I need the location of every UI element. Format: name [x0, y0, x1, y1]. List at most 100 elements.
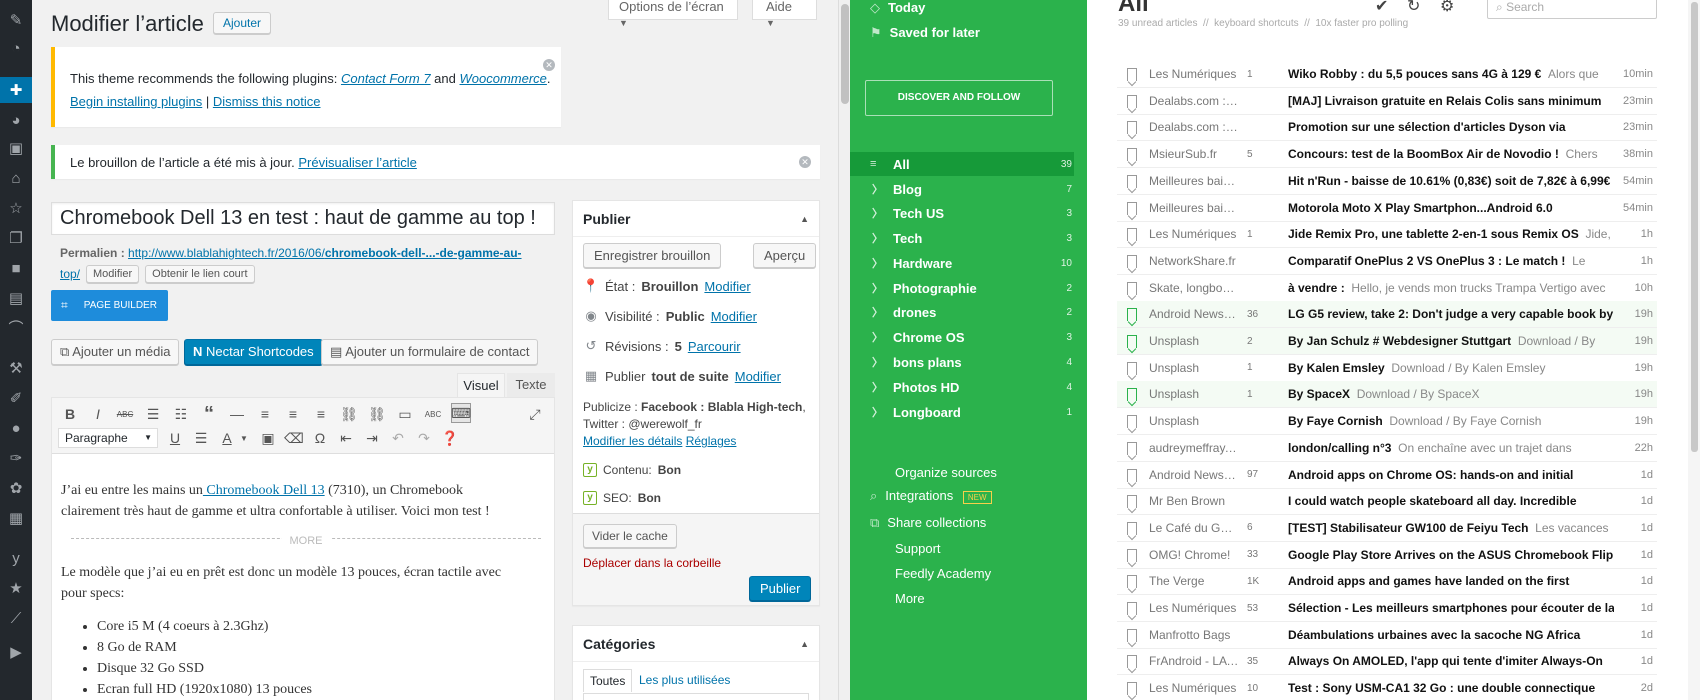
numbered-list-icon[interactable]: ☷ — [171, 404, 191, 424]
today-link[interactable]: ◇ Today — [870, 0, 925, 16]
shortlink-button[interactable]: Obtenir le lien court — [145, 265, 255, 283]
horizontal-line-icon[interactable]: — — [227, 404, 247, 424]
save-draft-button[interactable]: Enregistrer brouillon — [583, 243, 722, 268]
redo-icon[interactable]: ↷ — [414, 428, 434, 448]
article-row[interactable]: Unsplash By Faye Cornish Download / By Fa… — [1117, 408, 1657, 436]
outdent-icon[interactable]: ⇤ — [336, 428, 356, 448]
article-row[interactable]: Meilleures baiss... Motorola Moto X Play … — [1117, 195, 1657, 222]
help-button[interactable]: Aide ▼ — [752, 0, 817, 28]
move-to-trash-link[interactable]: Déplacer dans la corbeille — [583, 556, 721, 570]
caret-down-icon[interactable]: ▼ — [234, 428, 254, 448]
caret-up-icon[interactable]: ▲ — [800, 214, 809, 224]
plugins-icon[interactable]: ⚒ — [6, 358, 26, 378]
mark-as-read-icon[interactable]: ✔ — [1375, 0, 1388, 16]
undo-icon[interactable]: ↶ — [388, 428, 408, 448]
article-row[interactable]: Les Numériques 1 Wiko Robby : du 5,5 pouce… — [1117, 61, 1657, 88]
gear-icon[interactable]: ⚙ — [1440, 0, 1454, 16]
feedly-academy-link[interactable]: Feedly Academy — [895, 566, 991, 581]
chromebook-link[interactable]: Chromebook Dell 13 — [203, 483, 324, 498]
article-row[interactable]: Manfrotto Bags Déambulations urbaines ave… — [1117, 622, 1657, 649]
more-link[interactable]: More — [895, 591, 925, 606]
dismiss-notice-link[interactable]: Dismiss this notice — [213, 94, 321, 109]
category-photos-hd[interactable]: 〉 Photos HD 4 — [850, 375, 1074, 399]
clear-format-icon[interactable]: ⌫ — [284, 428, 304, 448]
bookmark-icon[interactable] — [1127, 415, 1137, 429]
media-icon[interactable]: ▣ — [6, 138, 26, 158]
unlink-icon[interactable]: ⛓ — [367, 404, 387, 424]
permalink-url-end[interactable]: top/ — [60, 267, 80, 281]
category-longboard[interactable]: 〉 Longboard 1 — [850, 400, 1074, 424]
category-tech[interactable]: 〉 Tech 3 — [850, 226, 1074, 250]
bookmark-icon[interactable] — [1127, 548, 1137, 562]
article-row[interactable]: Unsplash 2 By Jan Schulz # Webdesigner Stu… — [1117, 328, 1657, 355]
share-collections-link[interactable]: ⧉ Share collections — [870, 515, 986, 531]
preview-post-link[interactable]: Prévisualiser l’article — [298, 155, 416, 170]
article-row[interactable]: NetworkShare.fr Comparatif OnePlus 2 VS O… — [1117, 248, 1657, 275]
bookmark-icon[interactable] — [1127, 495, 1137, 509]
article-row[interactable]: Unsplash 1 By SpaceX Download / By SpaceX 1… — [1117, 381, 1657, 409]
comments-icon[interactable]: ■ — [6, 258, 26, 278]
read-more-icon[interactable]: ▭ — [395, 404, 415, 424]
appearance-icon[interactable]: ✐ — [6, 388, 26, 408]
article-row[interactable]: Meilleures baiss... Hit n'Run - baisse de… — [1117, 168, 1657, 195]
browse-revisions-link[interactable]: Parcourir — [688, 339, 741, 354]
users-icon[interactable]: ● — [6, 418, 26, 438]
dashboard-icon[interactable]: ◔ — [6, 38, 26, 58]
quote-icon[interactable]: “ — [199, 403, 219, 425]
format-select[interactable]: Paragraphe ▼ — [58, 428, 158, 448]
category-chrome-os[interactable]: 〉 Chrome OS 3 — [850, 325, 1074, 349]
categories-list[interactable] — [583, 693, 809, 700]
article-row[interactable]: Mr Ben Brown I could watch people skatebo… — [1117, 488, 1657, 516]
wp-scrollbar[interactable] — [838, 0, 850, 700]
bookmark-icon[interactable] — [1127, 441, 1137, 455]
bookmark-icon[interactable] — [1127, 628, 1137, 642]
bookmark-icon[interactable] — [1127, 281, 1137, 295]
scrollbar-thumb[interactable] — [1691, 2, 1698, 452]
bookmark-icon[interactable] — [1127, 361, 1137, 375]
align-left-icon[interactable]: ≡ — [255, 404, 275, 424]
tab-popular-categories[interactable]: Les plus utilisées — [639, 673, 730, 687]
settings-icon[interactable]: ▦ — [6, 508, 26, 528]
clear-cache-button[interactable]: Vider le cache — [583, 524, 677, 548]
support-link[interactable]: Support — [895, 541, 941, 556]
tools-icon[interactable]: ✑ — [6, 448, 26, 468]
integrations-link[interactable]: ⌕ Integrations NEW — [870, 488, 992, 504]
article-row[interactable]: Le Café du Geek 6 [TEST] Stabilisateur GW1… — [1117, 515, 1657, 542]
add-new-button[interactable]: Ajouter — [213, 12, 272, 34]
permalink-url[interactable]: http://www.blablahightech.fr/2016/06/chr… — [128, 246, 521, 260]
article-row[interactable]: Les Numériques 10 Test : Sony USM-CA1 32 G… — [1117, 675, 1657, 700]
nectar-shortcodes-button[interactable]: N Nectar Shortcodes — [184, 339, 323, 365]
tab-visual[interactable]: Visuel — [457, 373, 505, 397]
bookmark-icon[interactable] — [1127, 228, 1137, 242]
article-row[interactable]: Les Numériques 53 Sélection - Les meilleur… — [1117, 595, 1657, 622]
category-bons-plans[interactable]: 〉 bons plans 4 — [850, 350, 1074, 374]
article-row[interactable]: Android News, A... 36 LG G5 review, take 2… — [1117, 301, 1657, 329]
bookmark-icon[interactable] — [1127, 575, 1137, 589]
article-row[interactable]: audreymeffray.c... london/calling n°3 On … — [1117, 435, 1657, 462]
woocommerce-link[interactable]: Woocommerce — [459, 71, 546, 86]
add-contact-form-button[interactable]: ▤ Ajouter un formulaire de contact — [321, 339, 539, 365]
forms-icon[interactable]: ▤ — [6, 288, 26, 308]
search-input[interactable]: ⌕ Search — [1487, 0, 1657, 19]
bookmark-icon[interactable] — [1127, 468, 1137, 482]
edit-timestamp-link[interactable]: Modifier — [735, 369, 781, 384]
bookmark-icon[interactable] — [1127, 335, 1137, 348]
add-media-button[interactable]: ⧉ Ajouter un média — [51, 339, 180, 365]
contact-form-link[interactable]: Contact Form 7 — [341, 71, 431, 86]
posts-icon[interactable]: ✎ — [6, 10, 26, 30]
colors-icon[interactable]: ✿ — [6, 478, 26, 498]
category-hardware[interactable]: 〉 Hardware 10 — [850, 251, 1074, 275]
star-icon[interactable]: ☆ — [6, 198, 26, 218]
play-icon[interactable]: ▶ — [6, 642, 26, 662]
paste-text-icon[interactable]: ▣ — [258, 428, 278, 448]
caret-up-icon[interactable]: ▲ — [800, 639, 809, 649]
strikethrough-icon[interactable]: ABC — [115, 404, 135, 424]
edit-status-link[interactable]: Modifier — [704, 279, 750, 294]
article-row[interactable]: MsieurSub.fr 5 Concours: test de la BoomBo… — [1117, 141, 1657, 169]
bookmark-icon[interactable] — [1127, 94, 1137, 108]
article-row[interactable]: Android News, A... 97 Android apps on Chro… — [1117, 462, 1657, 489]
category-tech-us[interactable]: 〉 Tech US 3 — [850, 201, 1074, 225]
close-icon[interactable]: ✕ — [799, 156, 811, 168]
pages-icon[interactable]: ❐ — [6, 228, 26, 248]
toolbar-toggle-icon[interactable]: ⌨ — [451, 403, 471, 423]
